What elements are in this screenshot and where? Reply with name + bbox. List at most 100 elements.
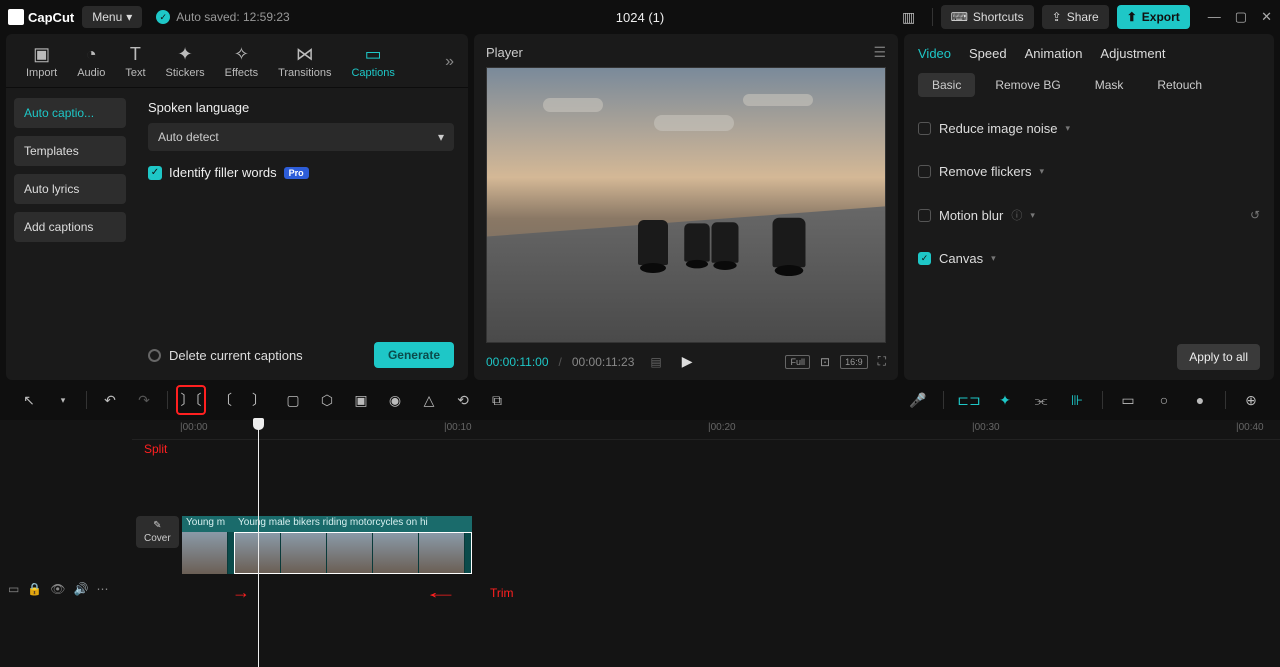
share-label: Share <box>1067 10 1099 24</box>
tab-transitions[interactable]: ⋈Transitions <box>268 40 341 83</box>
mic-icon[interactable]: 🎤 <box>903 385 933 415</box>
minimize-button[interactable]: — <box>1208 9 1221 25</box>
lock-icon[interactable]: 🔒 <box>27 582 42 596</box>
more-icon[interactable]: ⋯ <box>96 582 108 596</box>
subtab-removebg[interactable]: Remove BG <box>981 73 1074 97</box>
tab-adjustment[interactable]: Adjustment <box>1100 46 1165 61</box>
split-button[interactable]: 〕〔 <box>176 385 206 415</box>
video-clip-2[interactable] <box>234 532 472 574</box>
ruler-mark: |00:10 <box>444 422 472 433</box>
export-label: Export <box>1142 10 1180 24</box>
tab-captions[interactable]: ▭Captions <box>341 40 404 83</box>
speaker-icon[interactable]: 🔊 <box>74 582 89 596</box>
zoom-add-icon[interactable]: ⊕ <box>1236 385 1266 415</box>
video-preview[interactable] <box>486 67 886 343</box>
properties-panel: Video Speed Animation Adjustment Basic R… <box>904 34 1274 380</box>
autosave-status: ✓ Auto saved: 12:59:23 <box>156 10 289 24</box>
tab-audio[interactable]: ◔Audio <box>67 40 115 83</box>
cursor-dropdown[interactable]: ▾ <box>48 385 78 415</box>
eye-icon[interactable]: 👁 <box>50 582 65 596</box>
tab-animation[interactable]: Animation <box>1025 46 1083 61</box>
crop-button[interactable]: ▣ <box>346 385 376 415</box>
reset-icon[interactable]: ↺ <box>1250 208 1260 222</box>
magnet-icon[interactable]: ⊏⊐ <box>954 385 984 415</box>
full-button[interactable]: Full <box>785 355 810 369</box>
mirror-button[interactable]: △ <box>414 385 444 415</box>
track-collapse-icon[interactable]: ▭ <box>8 582 19 596</box>
subtab-basic[interactable]: Basic <box>918 73 975 97</box>
align-icon[interactable]: ⊪ <box>1062 385 1092 415</box>
canvas-row[interactable]: ✓ Canvas ▾ <box>904 237 1274 280</box>
playhead[interactable] <box>258 420 259 667</box>
export-button[interactable]: ⬆ Export <box>1117 5 1190 29</box>
snap-icon[interactable]: ✦ <box>990 385 1020 415</box>
app-name: CapCut <box>28 10 74 25</box>
language-value: Auto detect <box>158 130 219 144</box>
top-bar: CapCut Menu ▾ ✓ Auto saved: 12:59:23 102… <box>0 0 1280 34</box>
toggle-icon[interactable]: ● <box>1185 385 1215 415</box>
subtab-retouch[interactable]: Retouch <box>1143 73 1216 97</box>
link-icon[interactable]: ⫘ <box>1026 385 1056 415</box>
video-clip-1[interactable] <box>182 532 234 574</box>
trim-right-button[interactable]: 〕 <box>244 385 274 415</box>
close-button[interactable]: ✕ <box>1261 9 1272 25</box>
tab-import[interactable]: ▣Import <box>16 40 67 83</box>
preview-icon[interactable]: ▭ <box>1113 385 1143 415</box>
tab-text[interactable]: TText <box>115 40 155 83</box>
import-icon: ▣ <box>33 44 50 64</box>
generate-button[interactable]: Generate <box>374 342 454 368</box>
sidebar-item-templates[interactable]: Templates <box>14 136 126 166</box>
sidebar-item-add-captions[interactable]: Add captions <box>14 212 126 242</box>
remove-flickers-row[interactable]: Remove flickers ▾ <box>904 150 1274 193</box>
timeline-tracks[interactable]: |00:00 |00:10 |00:20 |00:30 |00:40 ✎ Cov… <box>132 420 1280 667</box>
keyboard-icon: ⌨ <box>951 10 968 24</box>
play-button[interactable]: ▶ <box>682 353 693 370</box>
caption-clip-1[interactable]: Young m <box>182 516 234 532</box>
menu-button[interactable]: Menu ▾ <box>82 6 142 28</box>
tab-video[interactable]: Video <box>918 46 951 61</box>
circle-icon[interactable]: ○ <box>1149 385 1179 415</box>
player-menu-icon[interactable]: ☰ <box>873 44 886 61</box>
subtab-mask[interactable]: Mask <box>1081 73 1138 97</box>
cursor-tool[interactable]: ↖ <box>14 385 44 415</box>
tab-effects[interactable]: ✧Effects <box>215 40 268 83</box>
focus-icon[interactable]: ⊡ <box>820 355 830 369</box>
more-tabs-button[interactable]: » <box>441 49 458 75</box>
cover-button[interactable]: ✎ Cover <box>136 516 179 548</box>
reduce-noise-row[interactable]: Reduce image noise ▾ <box>904 107 1274 150</box>
tab-stickers[interactable]: ✦Stickers <box>156 40 215 83</box>
motion-blur-row[interactable]: Motion blur ⓘ ▾ ↺ <box>904 193 1274 237</box>
caption-clip-2[interactable]: Young male bikers riding motorcycles on … <box>234 516 472 532</box>
caret-down-icon: ▾ <box>991 253 996 264</box>
fullscreen-icon[interactable]: ⛶ <box>878 354 886 369</box>
filler-words-row[interactable]: ✓ Identify filler words Pro <box>148 165 454 180</box>
crop2-button[interactable]: ⧉ <box>482 385 512 415</box>
undo-button[interactable]: ↶ <box>95 385 125 415</box>
apply-to-all-button[interactable]: Apply to all <box>1177 344 1260 370</box>
shortcuts-button[interactable]: ⌨ Shortcuts <box>941 5 1034 29</box>
sidebar-item-auto-captions[interactable]: Auto captio... <box>14 98 126 128</box>
compare-icon[interactable]: ▤ <box>650 355 661 369</box>
window-controls: — ▢ ✕ <box>1208 9 1272 25</box>
time-ruler[interactable]: |00:00 |00:10 |00:20 |00:30 |00:40 <box>132 420 1280 440</box>
sidebar-item-auto-lyrics[interactable]: Auto lyrics <box>14 174 126 204</box>
tab-speed[interactable]: Speed <box>969 46 1007 61</box>
maximize-button[interactable]: ▢ <box>1235 9 1247 25</box>
delete-captions-radio[interactable] <box>148 349 161 362</box>
rotate-button[interactable]: ⟲ <box>448 385 478 415</box>
shield-icon[interactable]: ⬡ <box>312 385 342 415</box>
trim-left-button[interactable]: 〔 <box>210 385 240 415</box>
capcut-logo-icon <box>8 9 24 25</box>
arrow-icon: ← <box>423 582 459 603</box>
delete-button[interactable]: ▢ <box>278 385 308 415</box>
aspect-ratio-button[interactable]: 16:9 <box>840 355 868 369</box>
tool-tabs: ▣Import ◔Audio TText ✦Stickers ✧Effects … <box>6 34 468 88</box>
caret-down-icon: ▾ <box>1066 123 1071 134</box>
reverse-button[interactable]: ◉ <box>380 385 410 415</box>
share-button[interactable]: ⇪ Share <box>1042 5 1109 29</box>
language-select[interactable]: Auto detect ▾ <box>148 123 454 151</box>
redo-button[interactable]: ↷ <box>129 385 159 415</box>
layout-icon[interactable]: ▥ <box>894 2 924 32</box>
shortcuts-label: Shortcuts <box>973 10 1024 24</box>
ruler-mark: |00:00 <box>180 422 208 433</box>
